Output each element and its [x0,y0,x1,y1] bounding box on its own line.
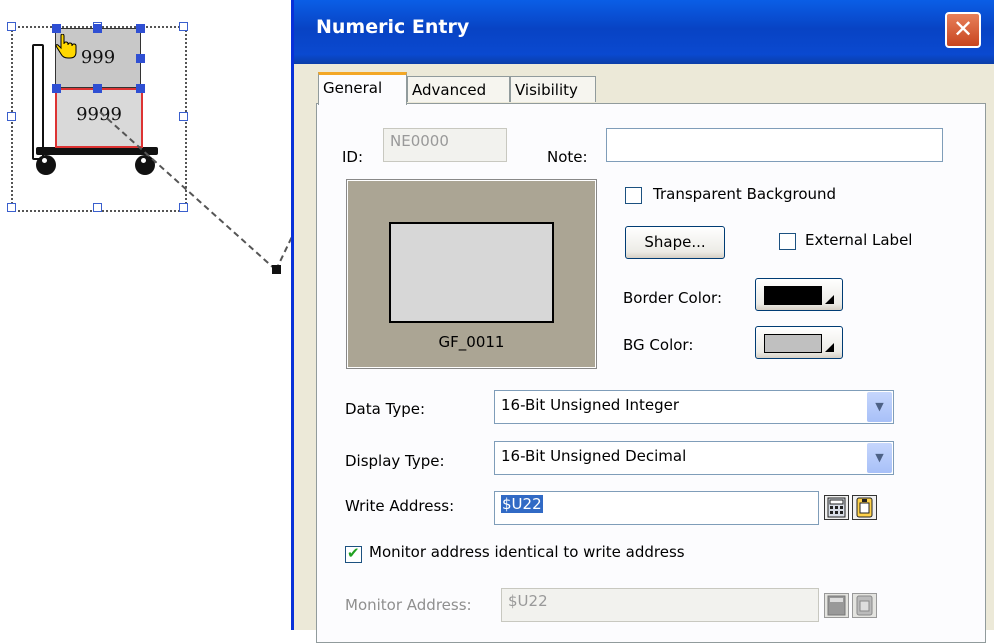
data-type-select[interactable]: 16-Bit Unsigned Integer ▼ [494,390,894,424]
connector-endpoint[interactable] [272,265,281,274]
external-label-label: External Label [805,231,913,249]
write-address-value: $U22 [501,495,543,513]
border-color-label: Border Color: [623,289,723,307]
border-color-picker[interactable] [755,278,843,311]
write-address-label: Write Address: [345,497,455,515]
dialog-title: Numeric Entry [316,16,470,38]
monitor-identical-checkbox[interactable] [345,544,362,563]
id-field[interactable]: NE0000 [383,128,507,162]
monitor-address-field[interactable]: $U22 [501,588,819,622]
data-type-label: Data Type: [345,400,426,418]
connector-line [99,111,300,271]
tab-visibility[interactable]: Visibility [510,76,596,102]
note-label: Note: [547,148,588,166]
data-type-value: 16-Bit Unsigned Integer [501,396,680,414]
border-color-swatch [764,286,822,305]
external-label-checkbox[interactable] [779,233,796,250]
dropdown-triangle-icon [825,295,834,304]
tag-browser-icon [852,593,877,618]
dropdown-triangle-icon [825,343,834,352]
general-tab-panel: ID: NE0000 Note: GF_0011 Transparent Bac… [316,103,986,643]
preview-label: GF_0011 [438,333,505,351]
calculator-icon[interactable] [824,495,849,520]
tab-advanced[interactable]: Advanced [407,76,510,102]
close-button[interactable]: ✕ [945,12,981,48]
write-address-field[interactable]: $U22 [494,491,819,525]
numeric-entry-dialog: Numeric Entry ✕ General Advanced Visibil… [291,0,994,643]
note-field[interactable] [606,128,943,162]
monitor-identical-label: Monitor address identical to write addre… [369,543,685,561]
tab-general[interactable]: General [318,72,407,105]
shape-button[interactable]: Shape... [625,226,725,259]
display-type-value: 16-Bit Unsigned Decimal [501,447,687,465]
preview-area: GF_0011 [346,179,597,369]
chevron-down-icon[interactable]: ▼ [867,392,892,422]
design-canvas[interactable]: 999 9999 [0,0,300,630]
title-bar[interactable]: Numeric Entry ✕ [294,0,994,64]
bg-color-swatch [764,334,822,353]
bg-color-picker[interactable] [755,326,843,359]
display-type-label: Display Type: [345,452,445,470]
bg-color-label: BG Color: [623,336,694,354]
preview-shape [389,222,554,323]
tag-browser-icon[interactable] [852,495,877,520]
close-icon: ✕ [952,15,974,43]
monitor-address-label: Monitor Address: [345,596,472,614]
calculator-icon [824,593,849,618]
display-type-select[interactable]: 16-Bit Unsigned Decimal ▼ [494,441,894,475]
transparent-background-label: Transparent Background [653,185,837,203]
transparent-background-checkbox[interactable] [625,187,642,204]
chevron-down-icon[interactable]: ▼ [867,443,892,473]
id-label: ID: [342,148,364,166]
